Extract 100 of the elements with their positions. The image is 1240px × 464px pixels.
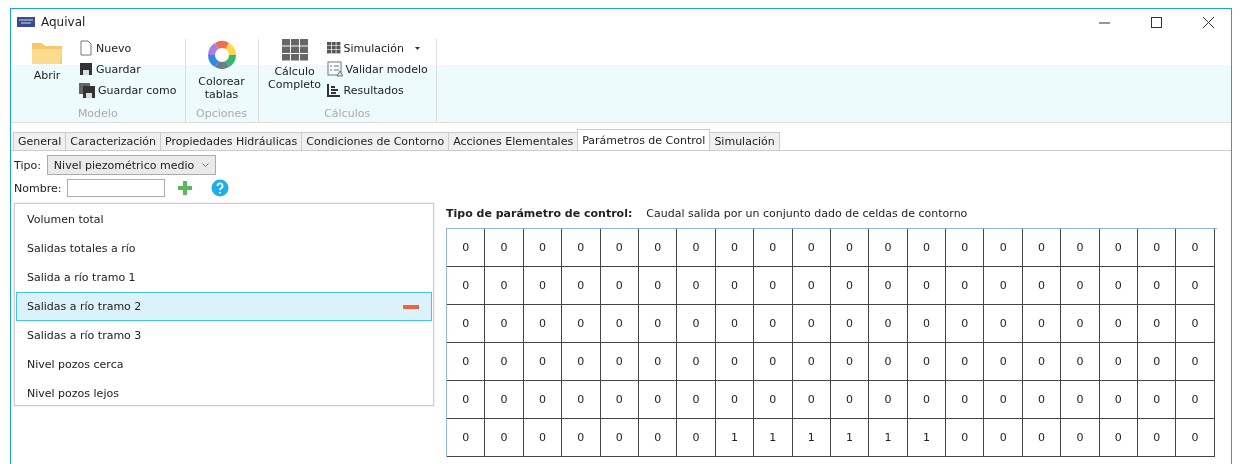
grid-cell[interactable]: 0 bbox=[869, 229, 908, 267]
grid-cell[interactable]: 0 bbox=[946, 381, 985, 419]
ribbon-button[interactable]: Cálculo Completo bbox=[266, 39, 323, 107]
grid-cell[interactable]: 0 bbox=[715, 305, 755, 343]
grid-cell[interactable]: 0 bbox=[792, 381, 831, 419]
grid-cell[interactable]: 0 bbox=[754, 343, 793, 381]
grid-cell[interactable]: 0 bbox=[523, 381, 563, 419]
grid-cell[interactable]: 0 bbox=[754, 229, 793, 267]
grid-cell[interactable]: 0 bbox=[1061, 419, 1100, 457]
grid-cell[interactable]: 0 bbox=[946, 267, 985, 305]
grid-cell[interactable]: 0 bbox=[1138, 229, 1177, 267]
grid-cell[interactable]: 0 bbox=[946, 229, 985, 267]
grid-cell[interactable]: 0 bbox=[715, 343, 755, 381]
list-item[interactable]: Salida a río tramo 1 bbox=[16, 263, 432, 292]
grid-cell[interactable]: 0 bbox=[562, 419, 601, 457]
grid-cell[interactable]: 0 bbox=[485, 267, 524, 305]
grid-cell[interactable]: 0 bbox=[946, 305, 985, 343]
grid-cell[interactable]: 0 bbox=[830, 381, 870, 419]
grid-cell[interactable]: 0 bbox=[600, 229, 639, 267]
grid-cell[interactable]: 1 bbox=[869, 419, 908, 457]
grid-cell[interactable]: 0 bbox=[1176, 419, 1215, 457]
grid-cell[interactable]: 0 bbox=[1099, 305, 1139, 343]
grid-cell[interactable]: 0 bbox=[830, 343, 870, 381]
grid-cell[interactable]: 0 bbox=[1022, 381, 1062, 419]
nombre-field[interactable] bbox=[67, 179, 166, 197]
tab[interactable]: Simulación bbox=[709, 132, 780, 150]
grid-cell[interactable]: 0 bbox=[869, 381, 908, 419]
grid-cell[interactable]: 0 bbox=[562, 305, 601, 343]
grid-cell[interactable]: 0 bbox=[562, 229, 601, 267]
grid-cell[interactable]: 0 bbox=[1099, 229, 1139, 267]
grid-cell[interactable]: 0 bbox=[869, 343, 908, 381]
grid-cell[interactable]: 0 bbox=[523, 229, 563, 267]
grid-cell[interactable]: 0 bbox=[1099, 267, 1139, 305]
grid-cell[interactable]: 0 bbox=[754, 305, 793, 343]
grid-cell[interactable]: 0 bbox=[792, 229, 831, 267]
grid-cell[interactable]: 0 bbox=[1061, 229, 1100, 267]
grid-cell[interactable]: 0 bbox=[715, 381, 755, 419]
grid-cell[interactable]: 0 bbox=[792, 343, 831, 381]
grid-cell[interactable]: 0 bbox=[907, 343, 947, 381]
grid-cell[interactable]: 0 bbox=[485, 305, 524, 343]
grid-cell[interactable]: 0 bbox=[638, 419, 678, 457]
tab[interactable]: Condiciones de Contorno bbox=[301, 132, 450, 150]
ribbon-button[interactable]: Nuevo bbox=[79, 39, 177, 57]
grid-cell[interactable]: 0 bbox=[523, 267, 563, 305]
grid-cell[interactable]: 0 bbox=[1176, 343, 1215, 381]
grid-cell[interactable]: 0 bbox=[677, 229, 716, 267]
grid-cell[interactable]: 0 bbox=[1061, 267, 1100, 305]
grid-cell[interactable]: 0 bbox=[485, 343, 524, 381]
grid-cell[interactable]: 0 bbox=[638, 305, 678, 343]
grid-cell[interactable]: 0 bbox=[523, 305, 563, 343]
grid-cell[interactable]: 0 bbox=[1138, 381, 1177, 419]
grid-cell[interactable]: 0 bbox=[984, 229, 1023, 267]
grid-cell[interactable]: 0 bbox=[523, 419, 563, 457]
grid-cell[interactable]: 0 bbox=[1022, 267, 1062, 305]
grid-cell[interactable]: 0 bbox=[754, 267, 793, 305]
tab[interactable]: Acciones Elementales bbox=[448, 132, 579, 150]
grid-cell[interactable]: 0 bbox=[1176, 229, 1215, 267]
grid-cell[interactable]: 0 bbox=[600, 267, 639, 305]
grid-cell[interactable]: 0 bbox=[830, 267, 870, 305]
grid-cell[interactable]: 0 bbox=[562, 381, 601, 419]
ribbon-button[interactable]: Resultados bbox=[326, 81, 428, 99]
grid-cell[interactable]: 0 bbox=[677, 305, 716, 343]
grid-cell[interactable]: 0 bbox=[447, 381, 486, 419]
grid-cell[interactable]: 0 bbox=[1099, 419, 1139, 457]
grid-cell[interactable]: 0 bbox=[869, 305, 908, 343]
grid-cell[interactable]: 0 bbox=[830, 229, 870, 267]
grid-cell[interactable]: 0 bbox=[562, 267, 601, 305]
tab[interactable]: Caracterización bbox=[65, 132, 162, 150]
grid-cell[interactable]: 0 bbox=[600, 343, 639, 381]
add-icon[interactable] bbox=[177, 180, 194, 196]
help-icon[interactable] bbox=[211, 179, 230, 197]
grid-cell[interactable]: 0 bbox=[1061, 305, 1100, 343]
ribbon-button[interactable]: Simulación bbox=[326, 39, 428, 57]
grid-cell[interactable]: 0 bbox=[1099, 381, 1139, 419]
grid-cell[interactable]: 0 bbox=[638, 381, 678, 419]
grid-cell[interactable]: 0 bbox=[907, 229, 947, 267]
grid-cell[interactable]: 0 bbox=[1176, 381, 1215, 419]
grid-cell[interactable]: 1 bbox=[715, 419, 755, 457]
grid-cell[interactable]: 0 bbox=[1022, 305, 1062, 343]
remove-icon[interactable] bbox=[403, 304, 419, 309]
grid-cell[interactable]: 0 bbox=[1022, 343, 1062, 381]
grid-cell[interactable]: 0 bbox=[792, 267, 831, 305]
grid-cell[interactable]: 1 bbox=[754, 419, 793, 457]
grid-cell[interactable]: 0 bbox=[1176, 305, 1215, 343]
grid-cell[interactable]: 0 bbox=[447, 267, 486, 305]
grid-cell[interactable]: 1 bbox=[792, 419, 831, 457]
grid-cell[interactable]: 0 bbox=[792, 305, 831, 343]
grid-cell[interactable]: 0 bbox=[600, 419, 639, 457]
grid-cell[interactable]: 0 bbox=[907, 305, 947, 343]
grid-cell[interactable]: 0 bbox=[600, 381, 639, 419]
grid-cell[interactable]: 0 bbox=[638, 267, 678, 305]
grid-cell[interactable]: 0 bbox=[715, 229, 755, 267]
grid-cell[interactable]: 0 bbox=[638, 343, 678, 381]
grid-cell[interactable]: 0 bbox=[1061, 343, 1100, 381]
grid-cell[interactable]: 0 bbox=[830, 305, 870, 343]
grid-cell[interactable]: 1 bbox=[830, 419, 870, 457]
grid-cell[interactable]: 0 bbox=[677, 267, 716, 305]
grid-cell[interactable]: 0 bbox=[485, 229, 524, 267]
grid-cell[interactable]: 0 bbox=[638, 229, 678, 267]
grid-cell[interactable]: 0 bbox=[984, 381, 1023, 419]
